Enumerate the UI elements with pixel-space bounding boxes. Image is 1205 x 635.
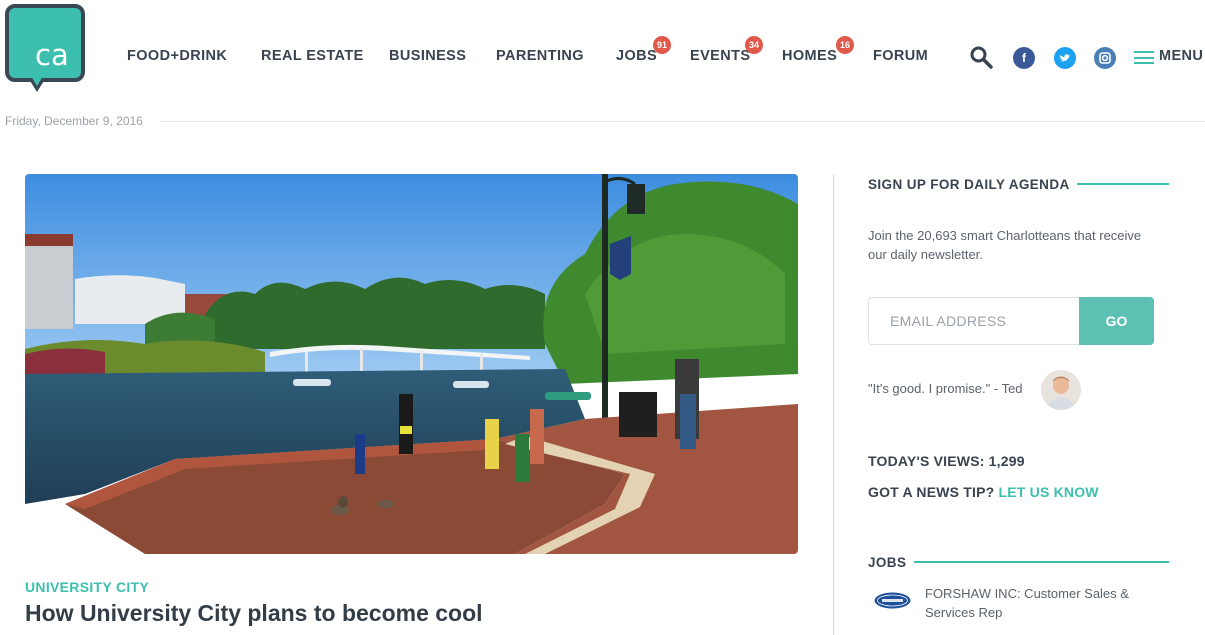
hero-image[interactable]: [25, 174, 798, 554]
nav-item-parenting[interactable]: PARENTING: [496, 48, 584, 64]
sidebar-divider: [833, 174, 834, 635]
jobs-heading-rule: [914, 561, 1169, 563]
news-tip-label: GOT A NEWS TIP?: [868, 484, 995, 500]
site-logo[interactable]: ca: [5, 4, 85, 94]
testimonial-quote: "It's good. I promise." - Ted: [868, 381, 1023, 396]
let-us-know-link[interactable]: LET US KNOW: [999, 484, 1099, 500]
go-button[interactable]: GO: [1079, 297, 1154, 345]
nav-item-events[interactable]: EVENTS: [690, 48, 750, 64]
twitter-icon[interactable]: [1054, 47, 1076, 69]
current-date: Friday, December 9, 2016: [5, 114, 143, 128]
menu-label: MENU: [1159, 48, 1204, 64]
facebook-icon[interactable]: f: [1013, 47, 1035, 69]
job-listing-link[interactable]: FORSHAW INC: Customer Sales & Services R…: [925, 584, 1155, 622]
nav-item-real-estate[interactable]: REAL ESTATE: [261, 48, 364, 64]
nav-item-forum[interactable]: FORUM: [873, 48, 928, 64]
nav-item-homes[interactable]: HOMES: [782, 48, 837, 64]
signup-heading-rule: [1077, 183, 1169, 185]
jobs-count-badge: 91: [653, 36, 671, 54]
article-headline[interactable]: How University City plans to become cool: [25, 600, 483, 627]
header-divider: [160, 121, 1205, 122]
nav-item-jobs[interactable]: JOBS: [616, 48, 657, 64]
logo-text: ca: [35, 38, 69, 72]
nav-item-business[interactable]: BUSINESS: [389, 48, 466, 64]
todays-views: TODAY'S VIEWS: 1,299: [868, 453, 1025, 469]
hamburger-icon: [1134, 51, 1154, 64]
instagram-icon[interactable]: [1094, 47, 1116, 69]
events-count-badge: 34: [745, 36, 763, 54]
email-input[interactable]: [868, 297, 1080, 345]
company-logo: [874, 592, 911, 609]
avatar: [1041, 370, 1081, 410]
homes-count-badge: 16: [836, 36, 854, 54]
news-tip: GOT A NEWS TIP? LET US KNOW: [868, 484, 1099, 500]
jobs-heading: JOBS: [868, 555, 907, 570]
nav-item-food-drink[interactable]: FOOD+DRINK: [127, 48, 227, 64]
article-category[interactable]: UNIVERSITY CITY: [25, 579, 149, 595]
signup-heading: SIGN UP FOR DAILY AGENDA: [868, 177, 1070, 192]
menu-button[interactable]: MENU: [1134, 48, 1204, 66]
search-icon[interactable]: [969, 45, 993, 69]
signup-description: Join the 20,693 smart Charlotteans that …: [868, 228, 1142, 262]
logo-tail-inner: [31, 76, 43, 86]
